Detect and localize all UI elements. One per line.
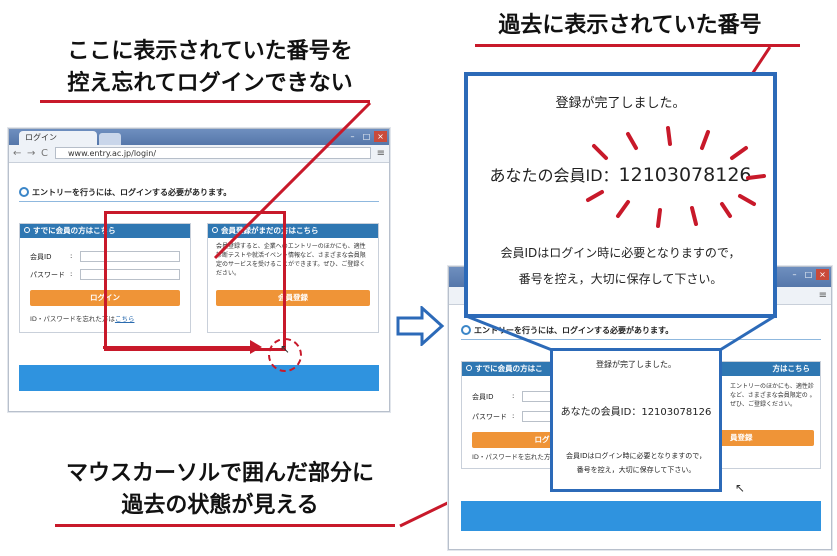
burst-stroke: [700, 130, 710, 150]
burst-stroke: [616, 200, 630, 218]
burst-stroke: [690, 206, 698, 226]
burst-stroke: [656, 208, 662, 228]
zoomed-popup: 登録が完了しました。 あなたの会員ID：12103078126 会員IDはログイ…: [464, 72, 777, 318]
burst-stroke: [626, 132, 638, 150]
zoom-line: [465, 314, 553, 352]
burst-stroke: [592, 144, 608, 160]
burst-stroke: [720, 202, 732, 218]
burst-stroke: [586, 190, 604, 202]
burst-stroke: [738, 194, 756, 206]
burst-stroke: [746, 174, 766, 180]
zoom-line: [719, 314, 776, 352]
burst-stroke: [666, 126, 672, 146]
emphasis-burst-icon: [586, 126, 766, 228]
burst-stroke: [730, 146, 748, 160]
